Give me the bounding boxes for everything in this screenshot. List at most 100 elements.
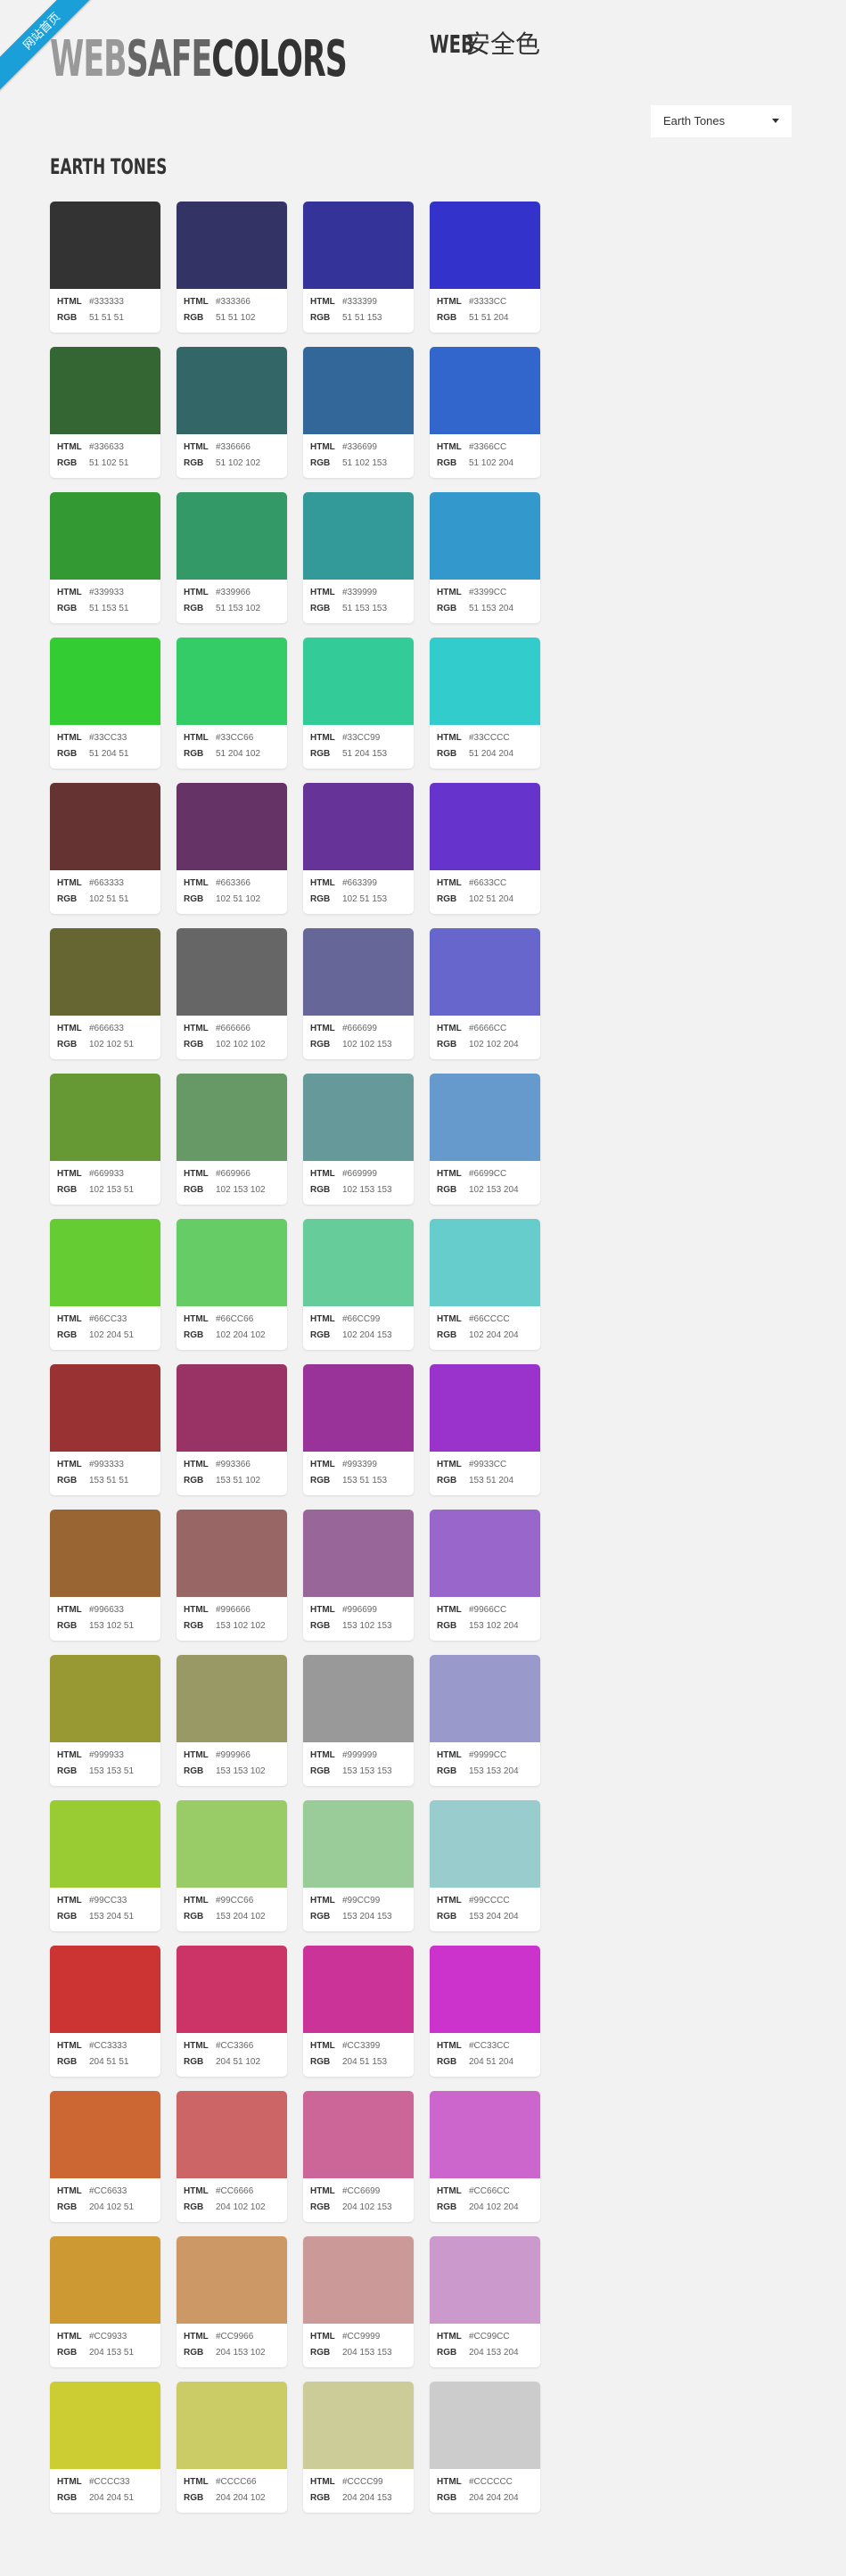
color-swatch[interactable] [303,2091,414,2178]
color-card[interactable]: HTML #CC99CC RGB 204 153 204 [430,2236,540,2367]
color-card[interactable]: HTML #669966 RGB 102 153 102 [177,1074,287,1205]
color-card[interactable]: HTML #996699 RGB 153 102 153 [303,1510,414,1641]
color-swatch[interactable] [50,347,160,434]
color-card[interactable]: HTML #CCCC66 RGB 204 204 102 [177,2382,287,2513]
color-card[interactable]: HTML #996666 RGB 153 102 102 [177,1510,287,1641]
color-swatch[interactable] [430,1364,540,1452]
color-card[interactable]: HTML #6699CC RGB 102 153 204 [430,1074,540,1205]
color-swatch[interactable] [303,783,414,870]
color-swatch[interactable] [50,1074,160,1161]
color-swatch[interactable] [50,1655,160,1742]
color-card[interactable]: HTML #99CC66 RGB 153 204 102 [177,1800,287,1931]
color-card[interactable]: HTML #33CC33 RGB 51 204 51 [50,638,160,769]
color-card[interactable]: HTML #CC9933 RGB 204 153 51 [50,2236,160,2367]
color-card[interactable]: HTML #669999 RGB 102 153 153 [303,1074,414,1205]
color-swatch[interactable] [303,347,414,434]
color-card[interactable]: HTML #33CCCC RGB 51 204 204 [430,638,540,769]
color-swatch[interactable] [177,1074,287,1161]
color-swatch[interactable] [430,1946,540,2033]
color-card[interactable]: HTML #336633 RGB 51 102 51 [50,347,160,478]
color-card[interactable]: HTML #66CC99 RGB 102 204 153 [303,1219,414,1350]
color-card[interactable]: HTML #663366 RGB 102 51 102 [177,783,287,914]
color-swatch[interactable] [177,2091,287,2178]
color-card[interactable]: HTML #CC33CC RGB 204 51 204 [430,1946,540,2077]
color-card[interactable]: HTML #CC3366 RGB 204 51 102 [177,1946,287,2077]
color-swatch[interactable] [303,928,414,1016]
color-swatch[interactable] [430,2236,540,2324]
color-swatch[interactable] [430,783,540,870]
color-swatch[interactable] [430,1219,540,1306]
color-card[interactable]: HTML #333333 RGB 51 51 51 [50,202,160,333]
color-swatch[interactable] [430,2091,540,2178]
color-card[interactable]: HTML #339999 RGB 51 153 153 [303,492,414,623]
color-swatch[interactable] [50,783,160,870]
color-swatch[interactable] [430,1800,540,1888]
color-swatch[interactable] [177,1219,287,1306]
color-swatch[interactable] [177,2382,287,2469]
color-card[interactable]: HTML #999933 RGB 153 153 51 [50,1655,160,1786]
color-card[interactable]: HTML #CCCC33 RGB 204 204 51 [50,2382,160,2513]
color-swatch[interactable] [430,1655,540,1742]
color-card[interactable]: HTML #669933 RGB 102 153 51 [50,1074,160,1205]
color-swatch[interactable] [50,1364,160,1452]
color-card[interactable]: HTML #996633 RGB 153 102 51 [50,1510,160,1641]
color-card[interactable]: HTML #CC6666 RGB 204 102 102 [177,2091,287,2222]
color-swatch[interactable] [50,2382,160,2469]
color-swatch[interactable] [303,2236,414,2324]
color-swatch[interactable] [50,1946,160,2033]
color-card[interactable]: HTML #663333 RGB 102 51 51 [50,783,160,914]
color-swatch[interactable] [430,928,540,1016]
color-card[interactable]: HTML #CC66CC RGB 204 102 204 [430,2091,540,2222]
color-card[interactable]: HTML #CC6699 RGB 204 102 153 [303,2091,414,2222]
color-card[interactable]: HTML #9999CC RGB 153 153 204 [430,1655,540,1786]
color-card[interactable]: HTML #CC3399 RGB 204 51 153 [303,1946,414,2077]
color-swatch[interactable] [177,1655,287,1742]
color-swatch[interactable] [303,202,414,289]
color-swatch[interactable] [50,202,160,289]
color-card[interactable]: HTML #339966 RGB 51 153 102 [177,492,287,623]
color-card[interactable]: HTML #999999 RGB 153 153 153 [303,1655,414,1786]
color-card[interactable]: HTML #999966 RGB 153 153 102 [177,1655,287,1786]
color-swatch[interactable] [177,492,287,580]
color-card[interactable]: HTML #33CC66 RGB 51 204 102 [177,638,287,769]
color-swatch[interactable] [303,1655,414,1742]
color-swatch[interactable] [177,1510,287,1597]
color-swatch[interactable] [303,2382,414,2469]
color-card[interactable]: HTML #33CC99 RGB 51 204 153 [303,638,414,769]
color-swatch[interactable] [430,202,540,289]
color-card[interactable]: HTML #993366 RGB 153 51 102 [177,1364,287,1495]
color-card[interactable]: HTML #CCCCCC RGB 204 204 204 [430,2382,540,2513]
color-swatch[interactable] [50,1510,160,1597]
color-swatch[interactable] [303,1074,414,1161]
color-card[interactable]: HTML #6666CC RGB 102 102 204 [430,928,540,1059]
color-swatch[interactable] [430,492,540,580]
color-swatch[interactable] [50,492,160,580]
color-swatch[interactable] [177,202,287,289]
color-swatch[interactable] [50,2091,160,2178]
color-swatch[interactable] [303,638,414,725]
color-card[interactable]: HTML #66CCCC RGB 102 204 204 [430,1219,540,1350]
color-swatch[interactable] [50,2236,160,2324]
color-swatch[interactable] [430,1074,540,1161]
color-swatch[interactable] [303,1800,414,1888]
palette-select[interactable]: Earth Tones [651,105,792,137]
color-swatch[interactable] [177,638,287,725]
color-card[interactable]: HTML #333399 RGB 51 51 153 [303,202,414,333]
color-card[interactable]: HTML #CCCC99 RGB 204 204 153 [303,2382,414,2513]
color-card[interactable]: HTML #333366 RGB 51 51 102 [177,202,287,333]
color-card[interactable]: HTML #993399 RGB 153 51 153 [303,1364,414,1495]
color-card[interactable]: HTML #339933 RGB 51 153 51 [50,492,160,623]
color-card[interactable]: HTML #99CC99 RGB 153 204 153 [303,1800,414,1931]
color-swatch[interactable] [430,2382,540,2469]
color-card[interactable]: HTML #3366CC RGB 51 102 204 [430,347,540,478]
color-swatch[interactable] [303,1364,414,1452]
color-card[interactable]: HTML #3399CC RGB 51 153 204 [430,492,540,623]
color-swatch[interactable] [303,492,414,580]
color-card[interactable]: HTML #993333 RGB 153 51 51 [50,1364,160,1495]
color-card[interactable]: HTML #9933CC RGB 153 51 204 [430,1364,540,1495]
color-card[interactable]: HTML #99CC33 RGB 153 204 51 [50,1800,160,1931]
color-card[interactable]: HTML #CC9966 RGB 204 153 102 [177,2236,287,2367]
color-swatch[interactable] [430,1510,540,1597]
color-card[interactable]: HTML #CC3333 RGB 204 51 51 [50,1946,160,2077]
color-card[interactable]: HTML #66CC33 RGB 102 204 51 [50,1219,160,1350]
